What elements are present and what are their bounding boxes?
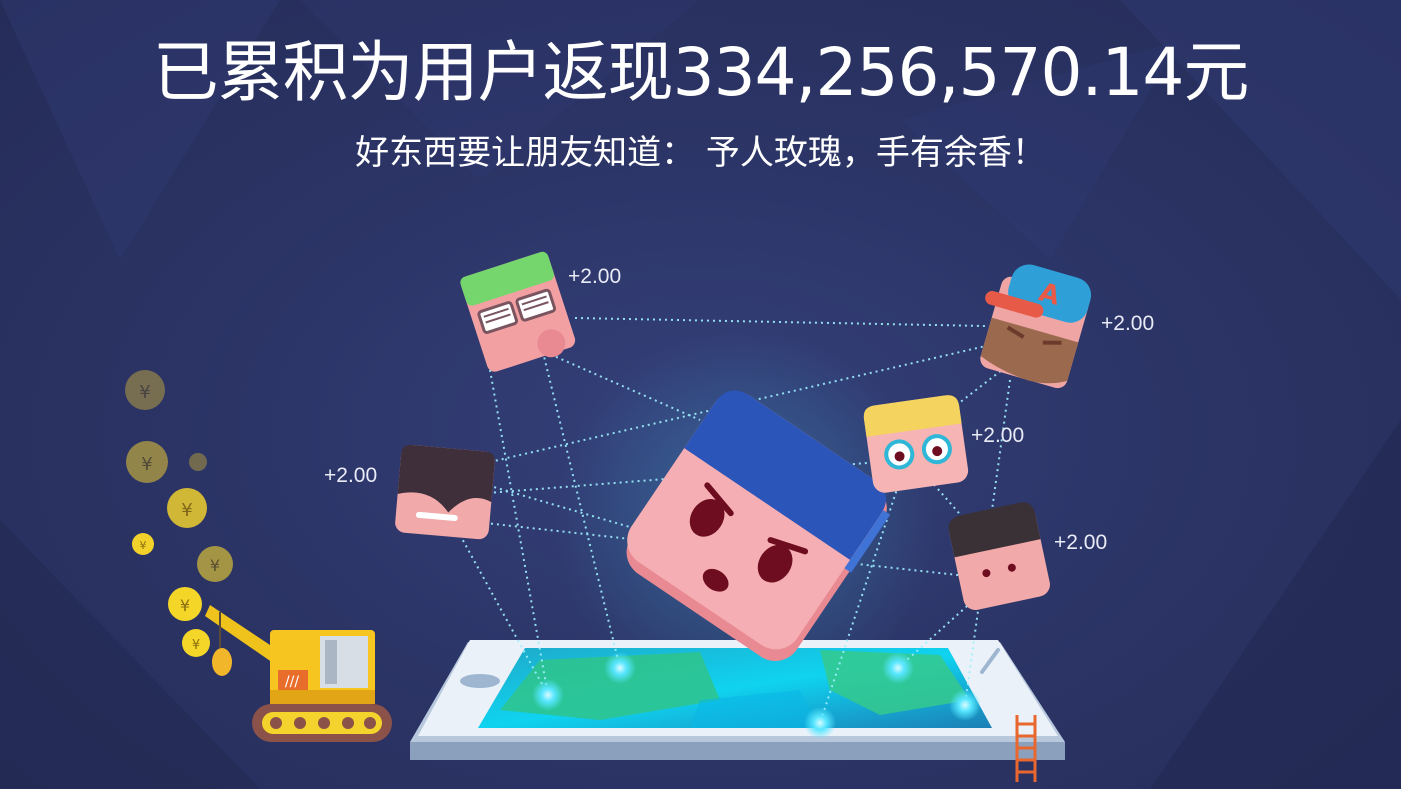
svg-text:¥: ¥ — [210, 556, 220, 575]
friend-avatar-5 — [948, 502, 1050, 610]
coin-icon: ¥ ¥ ¥ ¥ ¥ ¥ ¥ — [125, 370, 233, 676]
svg-text:¥: ¥ — [181, 500, 192, 521]
friend-avatar-1 — [460, 251, 576, 372]
ladder-icon — [1015, 715, 1037, 782]
svg-text:¥: ¥ — [180, 596, 190, 615]
promo-banner: 已累积为用户返现334,256,570.14元 好东西要让朋友知道： 予人玫瑰，… — [0, 0, 1401, 789]
reward-label-5: +2.00 — [1054, 531, 1108, 554]
reward-label-3: +2.00 — [971, 424, 1025, 447]
svg-text:¥: ¥ — [192, 638, 200, 653]
reward-label-4: +2.00 — [324, 464, 378, 487]
main-avatar — [626, 390, 891, 661]
reward-label-2: +2.00 — [1101, 312, 1155, 335]
illustration: A ¥ ¥ ¥ ¥ ¥ ¥ ¥ /// — [125, 251, 1092, 782]
friend-avatar-4 — [395, 444, 495, 540]
svg-text:¥: ¥ — [140, 539, 147, 552]
friend-avatar-2: A — [980, 264, 1092, 389]
svg-text:¥: ¥ — [139, 382, 150, 403]
svg-text:///: /// — [285, 674, 299, 690]
friend-avatar-3 — [863, 395, 969, 493]
reward-label-1: +2.00 — [568, 265, 622, 288]
crane-icon: /// — [205, 605, 392, 742]
svg-text:¥: ¥ — [141, 454, 152, 475]
